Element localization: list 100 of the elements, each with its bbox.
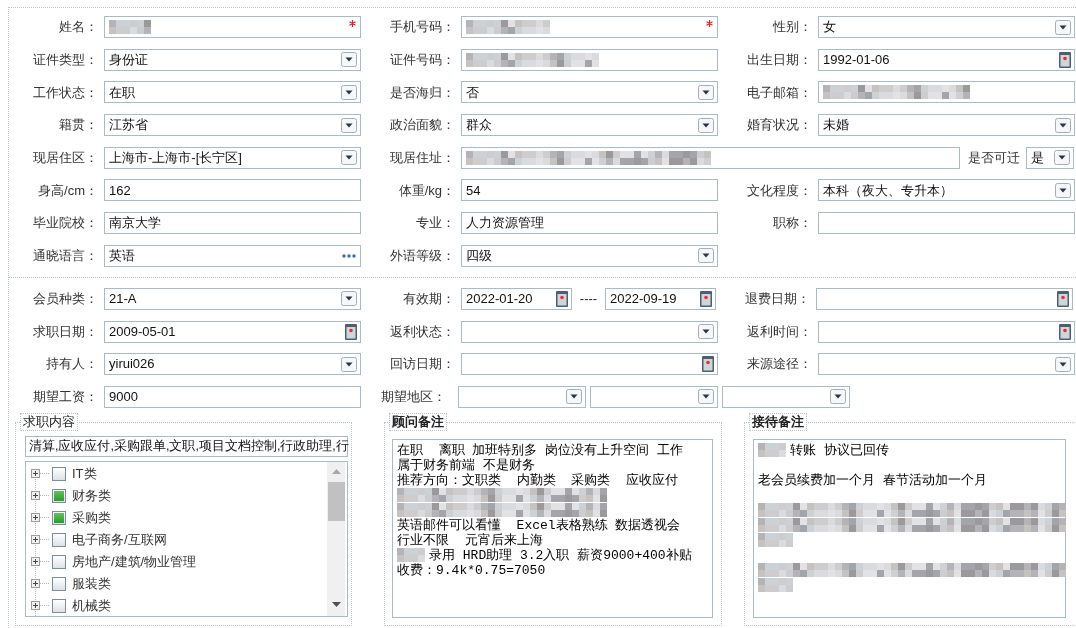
input-field[interactable]: 54 — [461, 179, 718, 202]
note-text: 老会员续费加一个月 春节活动加一个月 — [758, 471, 987, 490]
date-field[interactable]: 2022-01-20 — [461, 287, 572, 310]
plus-box-icon[interactable] — [31, 601, 40, 611]
dropdown-field[interactable]: 否 — [461, 81, 718, 104]
field-label: 返利时间： — [747, 322, 812, 341]
dropdown-field[interactable]: 未婚 — [818, 114, 1075, 137]
date-field[interactable] — [816, 287, 1073, 310]
plus-box-icon[interactable] — [31, 535, 40, 545]
field-label: 毕业院校： — [33, 214, 98, 233]
input-field[interactable] — [104, 16, 361, 38]
caret-down-icon[interactable] — [698, 117, 714, 133]
plus-box-icon[interactable] — [31, 469, 40, 479]
input-field[interactable] — [818, 212, 1075, 235]
field-label: 期望工资： — [33, 388, 98, 407]
dropdown-field[interactable]: 是 — [1026, 146, 1074, 169]
field-label: 返利状态： — [390, 322, 455, 341]
checkbox[interactable] — [52, 510, 66, 525]
input-field[interactable] — [461, 16, 718, 38]
tree-item-label[interactable]: 房地产/建筑/物业管理 — [72, 552, 197, 572]
field-label: 姓名： — [59, 18, 98, 37]
input-field[interactable] — [461, 48, 718, 71]
dropdown-field[interactable] — [458, 385, 586, 408]
dropdown-field[interactable]: 群众 — [461, 114, 718, 137]
calendar-icon[interactable] — [556, 290, 568, 307]
caret-down-icon[interactable] — [341, 291, 357, 307]
caret-down-icon[interactable] — [698, 324, 714, 339]
caret-down-icon[interactable] — [1055, 182, 1071, 198]
input-field[interactable]: 清算,应收应付,采购跟单,文职,项目文档控制,行政助理,行 — [25, 435, 348, 457]
checkbox[interactable] — [52, 488, 66, 503]
scrollbar-thumb[interactable] — [327, 481, 345, 521]
dropdown-field[interactable]: 四级 — [461, 244, 718, 267]
plus-box-icon[interactable] — [31, 513, 40, 523]
date-field[interactable]: 2009-05-01 — [104, 320, 361, 343]
caret-down-icon[interactable] — [830, 389, 846, 405]
calendar-icon[interactable] — [345, 323, 357, 340]
input-field[interactable]: 人力资源管理 — [461, 212, 718, 235]
dropdown-field[interactable] — [590, 385, 718, 408]
calendar-icon[interactable] — [1057, 290, 1069, 307]
checkbox[interactable] — [52, 576, 66, 591]
calendar-icon[interactable] — [700, 290, 712, 307]
input-field[interactable] — [818, 81, 1075, 104]
input-field[interactable]: 9000 — [104, 385, 361, 408]
field-label: 通晓语言： — [33, 247, 98, 266]
field-label: 体重/kg： — [398, 181, 455, 200]
caret-down-icon[interactable] — [566, 389, 582, 405]
input-field[interactable]: 南京大学 — [104, 212, 361, 235]
caret-down-icon[interactable] — [341, 52, 357, 68]
field-label: 有效期： — [403, 290, 455, 309]
caret-down-icon[interactable] — [698, 248, 714, 264]
dropdown-field[interactable]: 本科（夜大、专升本） — [818, 179, 1075, 202]
tree-item-label[interactable]: 财务类 — [72, 486, 111, 506]
calendar-icon[interactable] — [1059, 323, 1071, 340]
caret-down-icon[interactable] — [1055, 356, 1071, 372]
input-field[interactable]: 162 — [104, 179, 361, 202]
notes-field[interactable]: 在职 离职 加班特别多 岗位没有上升空间 工作 属于财务前端 不是财务 推荐方向：文职类 内勤类 采购类 应收应付 英语邮件可以看懂 Excel表格熟练 数据透视会 行业不限 元宵后来上海 录用 HRD助理 3.2入职 薪资9000+400补贴 收费：9.4k*0.75=7050 — [392, 438, 713, 618]
date-field[interactable] — [818, 320, 1075, 343]
caret-down-icon[interactable] — [341, 117, 357, 133]
checkbox[interactable] — [52, 466, 66, 481]
dropdown-field[interactable] — [461, 320, 718, 343]
tree-item-label[interactable]: IT类 — [72, 464, 97, 484]
calendar-icon[interactable] — [1059, 51, 1071, 68]
date-field[interactable]: 2022-09-19 — [605, 287, 716, 310]
dropdown-field[interactable]: 上海市-上海市-[长宁区] — [104, 146, 361, 169]
dropdown-field[interactable]: 在职 — [104, 81, 361, 104]
caret-down-icon[interactable] — [1055, 19, 1071, 35]
input-field[interactable] — [461, 146, 960, 169]
checkbox[interactable] — [52, 598, 66, 613]
caret-down-icon[interactable] — [341, 84, 357, 100]
scroll-down-icon[interactable] — [331, 602, 341, 608]
tree-item-label[interactable]: 电子商务/互联网 — [72, 530, 167, 550]
dropdown-field[interactable]: 女 — [818, 16, 1075, 38]
plus-box-icon[interactable] — [31, 491, 40, 501]
caret-down-icon[interactable] — [698, 84, 714, 100]
dropdown-field[interactable] — [722, 385, 850, 408]
panel-title: 求职内容 — [20, 412, 78, 431]
more-dots-icon[interactable] — [342, 253, 356, 258]
caret-down-icon[interactable] — [341, 150, 357, 166]
date-field[interactable]: 1992-01-06 — [818, 48, 1075, 71]
tree-item-label[interactable]: 服装类 — [72, 574, 111, 594]
lookup-field[interactable]: 英语 — [104, 244, 361, 267]
dropdown-field[interactable]: 江苏省 — [104, 114, 361, 137]
dropdown-field[interactable]: 21-A — [104, 287, 361, 310]
caret-down-icon[interactable] — [698, 389, 714, 405]
caret-down-icon[interactable] — [1054, 150, 1070, 166]
date-field[interactable] — [461, 353, 718, 376]
caret-down-icon[interactable] — [341, 356, 357, 372]
checkbox[interactable] — [52, 532, 66, 547]
checkbox[interactable] — [52, 554, 66, 569]
tree-item-label[interactable]: 采购类 — [72, 508, 111, 528]
dropdown-field[interactable]: yirui026 — [104, 353, 361, 376]
plus-box-icon[interactable] — [31, 557, 40, 567]
tree-item-label[interactable]: 机械类 — [72, 596, 111, 616]
plus-box-icon[interactable] — [31, 579, 40, 589]
dropdown-field[interactable]: 身份证 — [104, 48, 361, 71]
notes-field[interactable]: 转账 协议已回传 老会员续费加一个月 春节活动加一个月 — [753, 438, 1066, 618]
calendar-icon[interactable] — [702, 356, 714, 373]
field-label: 回访日期： — [390, 355, 455, 374]
caret-down-icon[interactable] — [1055, 117, 1071, 133]
dropdown-field[interactable] — [818, 353, 1075, 376]
